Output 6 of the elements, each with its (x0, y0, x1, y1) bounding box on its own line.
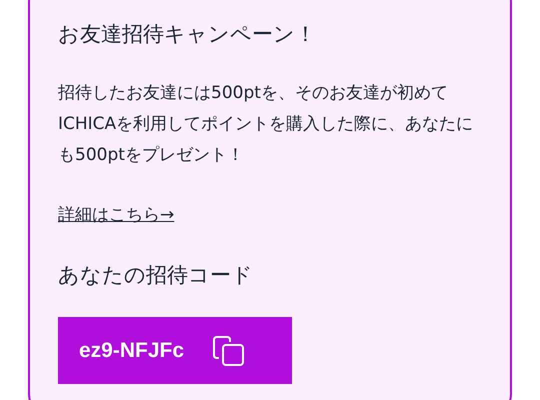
details-link[interactable]: 詳細はこちら→ (58, 203, 174, 227)
campaign-title: お友達招待キャンペーン！ (58, 21, 317, 48)
campaign-description: 招待したお友達には500ptを、そのお友達が初めてICHICAを利用してポイントを購入した際に、あなたにも500ptをプレゼント！ (58, 82, 474, 167)
invite-code-copy-button[interactable]: ez9-NFJFc (58, 317, 292, 384)
invite-code-heading: あなたの招待コード (58, 262, 254, 289)
copy-icon (212, 334, 246, 366)
